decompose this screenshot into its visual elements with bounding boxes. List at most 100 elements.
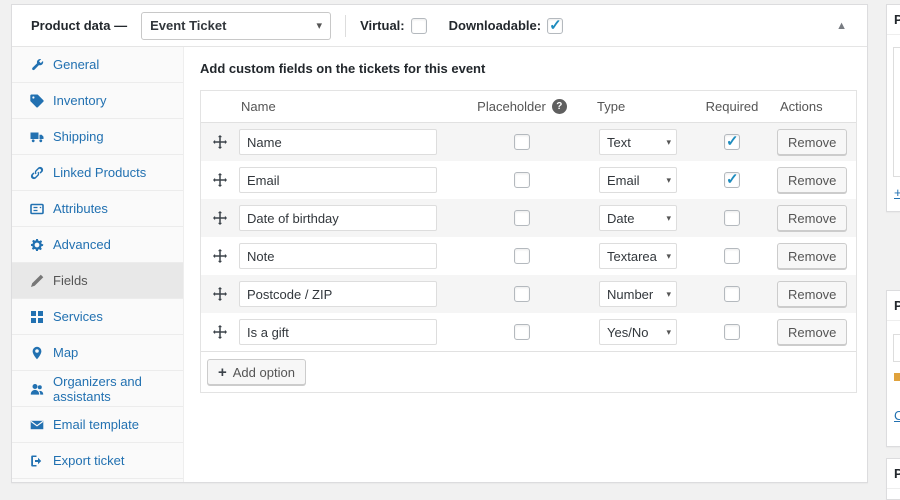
remove-button[interactable]: Remove <box>777 243 847 269</box>
field-name-input[interactable] <box>239 205 437 231</box>
truck-icon <box>30 130 44 144</box>
required-checkbox[interactable] <box>724 210 740 226</box>
thumbnail-icon <box>894 373 900 381</box>
tab-label: Services <box>53 309 103 324</box>
product-type-select[interactable]: Event Ticket ▾ <box>141 12 331 40</box>
required-checkbox[interactable] <box>724 248 740 264</box>
chevron-down-icon: ▾ <box>317 19 323 32</box>
placeholder-checkbox[interactable] <box>514 172 530 188</box>
drag-handle-icon[interactable] <box>201 325 239 339</box>
field-name-input[interactable] <box>239 281 437 307</box>
panel-link-fragment[interactable]: + <box>894 185 900 200</box>
tab-label: Organizers and assistants <box>53 374 183 404</box>
drag-handle-icon[interactable] <box>201 249 239 263</box>
tab-map[interactable]: Map <box>12 335 183 371</box>
table-row: Text▾ Remove <box>201 123 856 161</box>
tab-label: Shipping <box>53 129 104 144</box>
type-select[interactable]: Yes/No▾ <box>599 319 677 345</box>
drag-handle-icon[interactable] <box>201 135 239 149</box>
drag-handle-icon[interactable] <box>201 173 239 187</box>
add-option-button[interactable]: +Add option <box>207 359 306 385</box>
required-checkbox[interactable] <box>724 324 740 340</box>
tab-email-template[interactable]: Email template <box>12 407 183 443</box>
table-header-row: Name Placeholder ? Type Required Actions <box>201 91 856 123</box>
remove-button[interactable]: Remove <box>777 129 847 155</box>
remove-button[interactable]: Remove <box>777 281 847 307</box>
type-select[interactable]: Number▾ <box>599 281 677 307</box>
tab-label: Linked Products <box>53 165 146 180</box>
help-icon[interactable]: ? <box>552 99 567 114</box>
tab-services[interactable]: Services <box>12 299 183 335</box>
table-row: Number▾ Remove <box>201 275 856 313</box>
field-name-input[interactable] <box>239 167 437 193</box>
gear-icon <box>30 238 44 252</box>
field-name-input[interactable] <box>239 243 437 269</box>
panel-box-fragment <box>893 47 900 177</box>
pencil-icon <box>30 274 44 288</box>
panel-title-fragment: P <box>887 459 900 489</box>
panel-box-fragment <box>893 334 900 362</box>
tab-general[interactable]: General <box>12 47 183 83</box>
column-header-name: Name <box>239 99 447 114</box>
remove-button[interactable]: Remove <box>777 205 847 231</box>
drag-handle-icon[interactable] <box>201 211 239 225</box>
chevron-down-icon: ▾ <box>666 251 671 262</box>
tab-label: Export ticket <box>53 453 125 468</box>
divider <box>345 15 346 37</box>
collapse-toggle-icon[interactable]: ▲ <box>828 16 855 36</box>
map-pin-icon <box>30 346 44 360</box>
type-select[interactable]: Date▾ <box>599 205 677 231</box>
type-select[interactable]: Textarea▾ <box>599 243 677 269</box>
panel-title-fragment: P <box>887 5 900 35</box>
tab-attributes[interactable]: Attributes <box>12 191 183 227</box>
tab-shipping[interactable]: Shipping <box>12 119 183 155</box>
type-select[interactable]: Text▾ <box>599 129 677 155</box>
required-checkbox[interactable] <box>724 286 740 302</box>
product-data-panel: Product data — Event Ticket ▾ Virtual: D… <box>11 4 868 483</box>
tab-linked-products[interactable]: Linked Products <box>12 155 183 191</box>
tab-fields[interactable]: Fields <box>12 263 183 299</box>
tab-export-ticket[interactable]: Export ticket <box>12 443 183 479</box>
wrench-icon <box>30 58 44 72</box>
drag-handle-icon[interactable] <box>201 287 239 301</box>
tab-label: Email template <box>53 417 139 432</box>
downloadable-checkbox[interactable] <box>547 18 563 34</box>
side-panel-fragment: P <box>886 458 900 500</box>
tab-inventory[interactable]: Inventory <box>12 83 183 119</box>
tab-label: Map <box>53 345 78 360</box>
column-header-actions: Actions <box>767 99 856 114</box>
placeholder-checkbox[interactable] <box>514 324 530 340</box>
type-select[interactable]: Email▾ <box>599 167 677 193</box>
placeholder-checkbox[interactable] <box>514 248 530 264</box>
remove-button[interactable]: Remove <box>777 167 847 193</box>
tab-organizers[interactable]: Organizers and assistants <box>12 371 183 407</box>
chevron-down-icon: ▾ <box>666 327 671 338</box>
column-header-placeholder: Placeholder <box>477 99 546 114</box>
tag-icon <box>30 94 44 108</box>
placeholder-checkbox[interactable] <box>514 210 530 226</box>
panel-link-fragment[interactable]: C <box>894 408 900 423</box>
downloadable-label: Downloadable: <box>449 18 541 33</box>
required-checkbox[interactable] <box>724 134 740 150</box>
remove-button[interactable]: Remove <box>777 319 847 345</box>
tab-advanced[interactable]: Advanced <box>12 227 183 263</box>
chevron-down-icon: ▾ <box>666 137 671 148</box>
field-name-input[interactable] <box>239 319 437 345</box>
custom-fields-table: Name Placeholder ? Type Required Actions… <box>200 90 857 393</box>
table-row: Date▾ Remove <box>201 199 856 237</box>
column-header-type: Type <box>597 99 697 114</box>
tab-label: General <box>53 57 99 72</box>
field-name-input[interactable] <box>239 129 437 155</box>
people-icon <box>30 382 44 396</box>
panel-title: Product data — <box>31 18 127 33</box>
virtual-checkbox[interactable] <box>411 18 427 34</box>
chevron-down-icon: ▾ <box>666 213 671 224</box>
panel-title-fragment: P <box>887 291 900 321</box>
required-checkbox[interactable] <box>724 172 740 188</box>
table-row: Email▾ Remove <box>201 161 856 199</box>
link-icon <box>30 166 44 180</box>
tab-label: Inventory <box>53 93 106 108</box>
placeholder-checkbox[interactable] <box>514 134 530 150</box>
placeholder-checkbox[interactable] <box>514 286 530 302</box>
virtual-label: Virtual: <box>360 18 405 33</box>
